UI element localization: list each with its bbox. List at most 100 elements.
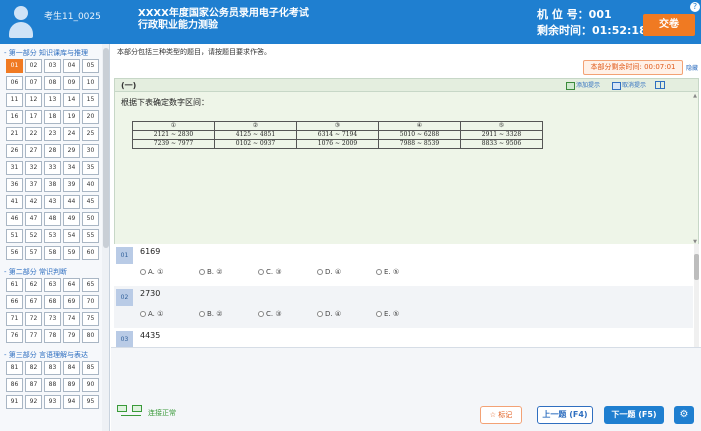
question-number-button[interactable]: 61 bbox=[6, 278, 23, 292]
cancel-hint-button[interactable]: 取消提示 bbox=[612, 81, 646, 90]
answer-option[interactable]: C. ③ bbox=[258, 268, 282, 276]
nav-section-title[interactable]: - 第一部分 知识课库与推理 bbox=[0, 47, 102, 59]
question-scroll-thumb[interactable] bbox=[694, 254, 699, 280]
question-number-button[interactable]: 33 bbox=[44, 161, 61, 175]
question-number-button[interactable]: 76 bbox=[6, 329, 23, 343]
radio-icon[interactable] bbox=[199, 269, 205, 275]
question-number-button[interactable]: 60 bbox=[82, 246, 99, 260]
question-number-button[interactable]: 55 bbox=[82, 229, 99, 243]
question-number-button[interactable]: 88 bbox=[44, 378, 61, 392]
question-number-button[interactable]: 43 bbox=[44, 195, 61, 209]
question-number-button[interactable]: 51 bbox=[6, 229, 23, 243]
question-number-button[interactable]: 26 bbox=[6, 144, 23, 158]
question-number-button[interactable]: 85 bbox=[82, 361, 99, 375]
radio-icon[interactable] bbox=[258, 311, 264, 317]
question-number-button[interactable]: 69 bbox=[63, 295, 80, 309]
question-number-button[interactable]: 49 bbox=[63, 212, 80, 226]
question-number-button[interactable]: 53 bbox=[44, 229, 61, 243]
question-number-button[interactable]: 14 bbox=[63, 93, 80, 107]
radio-icon[interactable] bbox=[258, 269, 264, 275]
question-number-button[interactable]: 11 bbox=[6, 93, 23, 107]
question-number-button[interactable]: 09 bbox=[63, 76, 80, 90]
question-number-button[interactable]: 66 bbox=[6, 295, 23, 309]
question-number-button[interactable]: 94 bbox=[63, 395, 80, 409]
question-number-button[interactable]: 08 bbox=[44, 76, 61, 90]
question-number-button[interactable]: 62 bbox=[25, 278, 42, 292]
question-number-button[interactable]: 64 bbox=[63, 278, 80, 292]
question-number-button[interactable]: 57 bbox=[25, 246, 42, 260]
question-number-button[interactable]: 32 bbox=[25, 161, 42, 175]
navigator-scroll-thumb[interactable] bbox=[103, 48, 109, 248]
question-number-button[interactable]: 87 bbox=[25, 378, 42, 392]
answer-option[interactable]: E. ⑤ bbox=[376, 268, 399, 276]
question-number-button[interactable]: 86 bbox=[6, 378, 23, 392]
question-number-button[interactable]: 20 bbox=[82, 110, 99, 124]
question-number-button[interactable]: 89 bbox=[63, 378, 80, 392]
question-number-button[interactable]: 48 bbox=[44, 212, 61, 226]
question-number-button[interactable]: 95 bbox=[82, 395, 99, 409]
question-number-button[interactable]: 52 bbox=[25, 229, 42, 243]
question-number-button[interactable]: 67 bbox=[25, 295, 42, 309]
radio-icon[interactable] bbox=[140, 269, 146, 275]
question-number-button[interactable]: 02 bbox=[25, 59, 42, 73]
question-number-button[interactable]: 01 bbox=[6, 59, 23, 73]
question-number-button[interactable]: 05 bbox=[82, 59, 99, 73]
question-number-button[interactable]: 90 bbox=[82, 378, 99, 392]
answer-option[interactable]: D. ④ bbox=[317, 310, 341, 318]
answer-option[interactable]: A. ① bbox=[140, 310, 163, 318]
question-number-button[interactable]: 15 bbox=[82, 93, 99, 107]
question-number-button[interactable]: 16 bbox=[6, 110, 23, 124]
scroll-up-icon[interactable]: ▲ bbox=[692, 93, 698, 99]
material-scrollbar[interactable]: ▲ ▼ bbox=[692, 93, 698, 245]
question-number-button[interactable]: 73 bbox=[44, 312, 61, 326]
question-number-button[interactable]: 36 bbox=[6, 178, 23, 192]
help-icon[interactable]: ? bbox=[690, 2, 700, 12]
question-number-button[interactable]: 82 bbox=[25, 361, 42, 375]
question-number-button[interactable]: 91 bbox=[6, 395, 23, 409]
radio-icon[interactable] bbox=[376, 269, 382, 275]
question-number-button[interactable]: 38 bbox=[44, 178, 61, 192]
radio-icon[interactable] bbox=[140, 311, 146, 317]
question-number-button[interactable]: 72 bbox=[25, 312, 42, 326]
split-view-icon[interactable] bbox=[655, 81, 665, 89]
question-number-button[interactable]: 80 bbox=[82, 329, 99, 343]
question-number-button[interactable]: 83 bbox=[44, 361, 61, 375]
question-number-button[interactable]: 70 bbox=[82, 295, 99, 309]
radio-icon[interactable] bbox=[317, 269, 323, 275]
question-number-button[interactable]: 10 bbox=[82, 76, 99, 90]
answer-option[interactable]: D. ④ bbox=[317, 268, 341, 276]
question-number-button[interactable]: 37 bbox=[25, 178, 42, 192]
question-number-button[interactable]: 78 bbox=[44, 329, 61, 343]
answer-option[interactable]: A. ① bbox=[140, 268, 163, 276]
question-number-button[interactable]: 68 bbox=[44, 295, 61, 309]
question-number-button[interactable]: 04 bbox=[63, 59, 80, 73]
answer-option[interactable]: E. ⑤ bbox=[376, 310, 399, 318]
question-number-button[interactable]: 74 bbox=[63, 312, 80, 326]
question-number-button[interactable]: 75 bbox=[82, 312, 99, 326]
question-number-button[interactable]: 22 bbox=[25, 127, 42, 141]
question-number-button[interactable]: 23 bbox=[44, 127, 61, 141]
nav-section-title[interactable]: - 第三部分 言语理解与表达 bbox=[0, 349, 102, 361]
question-number-button[interactable]: 40 bbox=[82, 178, 99, 192]
mark-question-button[interactable]: ☆ 标记 bbox=[480, 406, 522, 424]
question-number-button[interactable]: 03 bbox=[44, 59, 61, 73]
question-number-button[interactable]: 50 bbox=[82, 212, 99, 226]
navigator-scrollbar[interactable] bbox=[102, 44, 109, 431]
question-number-button[interactable]: 12 bbox=[25, 93, 42, 107]
question-number-button[interactable]: 63 bbox=[44, 278, 61, 292]
question-number-button[interactable]: 31 bbox=[6, 161, 23, 175]
question-number-button[interactable]: 58 bbox=[44, 246, 61, 260]
question-number-button[interactable]: 17 bbox=[25, 110, 42, 124]
submit-exam-button[interactable]: 交卷 bbox=[643, 14, 695, 36]
answer-option[interactable]: B. ② bbox=[199, 268, 223, 276]
radio-icon[interactable] bbox=[317, 311, 323, 317]
question-number-button[interactable]: 27 bbox=[25, 144, 42, 158]
question-number-button[interactable]: 42 bbox=[25, 195, 42, 209]
question-number-button[interactable]: 28 bbox=[44, 144, 61, 158]
question-number-button[interactable]: 77 bbox=[25, 329, 42, 343]
question-number-button[interactable]: 93 bbox=[44, 395, 61, 409]
question-number-button[interactable]: 25 bbox=[82, 127, 99, 141]
question-number-button[interactable]: 56 bbox=[6, 246, 23, 260]
question-number-button[interactable]: 06 bbox=[6, 76, 23, 90]
question-number-button[interactable]: 24 bbox=[63, 127, 80, 141]
